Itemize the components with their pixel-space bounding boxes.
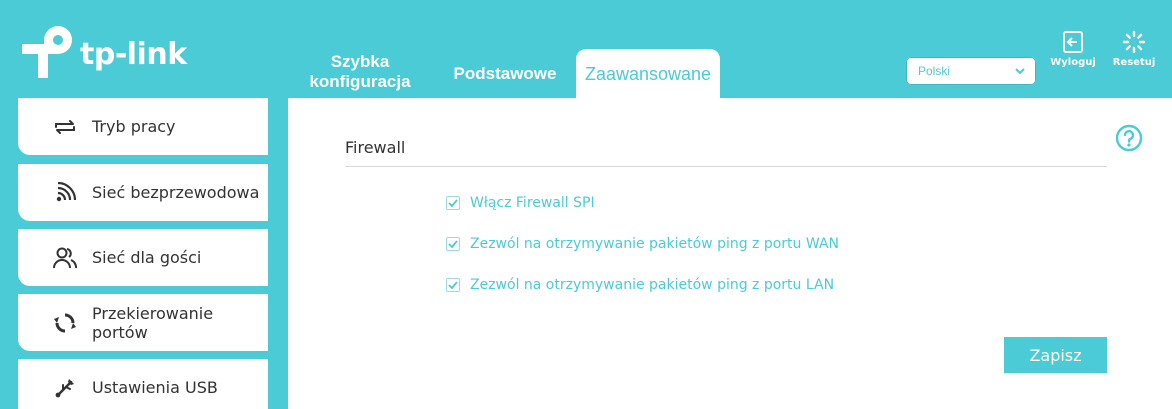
tab-quick-setup[interactable]: Szybka konfiguracja: [296, 52, 424, 100]
language-select[interactable]: Polski: [905, 56, 1037, 86]
mode-switch-icon: [48, 117, 82, 137]
sidebar-item-label: Sieć bezprzewodowa: [92, 183, 260, 202]
sidebar-item-label: Tryb pracy: [92, 117, 176, 136]
help-icon: [1115, 124, 1143, 152]
help-button[interactable]: [1115, 124, 1143, 156]
checkbox-label: Zezwól na otrzymywanie pakietów ping z p…: [470, 236, 839, 252]
guests-icon: [48, 246, 82, 270]
tab-advanced[interactable]: Zaawansowane: [576, 49, 720, 98]
chevron-down-icon: [1015, 68, 1025, 75]
checkbox-box[interactable]: [446, 237, 460, 251]
sidebar-item-label-line1: Przekierowanie: [92, 303, 214, 323]
section-title: Firewall: [345, 138, 406, 157]
tab-quick-setup-line2: konfiguracja: [309, 72, 411, 91]
sidebar-item-label: Ustawienia USB: [92, 378, 218, 397]
tab-advanced-label: Zaawansowane: [584, 64, 712, 84]
logout-label: Wyloguj: [1050, 57, 1096, 68]
section-divider: [345, 166, 1107, 167]
logout-button[interactable]: Wyloguj: [1049, 30, 1097, 68]
sidebar-item-guest-network[interactable]: Sieć dla gości: [18, 229, 268, 286]
usb-icon: [48, 377, 82, 399]
sidebar-item-usb-settings[interactable]: Ustawienia USB: [18, 359, 268, 409]
tp-link-logo: tp-link: [18, 26, 187, 82]
save-button[interactable]: Zapisz: [1004, 337, 1107, 373]
logout-icon: [1063, 31, 1083, 53]
check-icon: [448, 199, 458, 208]
port-forward-icon: [48, 312, 82, 334]
checkbox-box[interactable]: [446, 278, 460, 292]
checkbox-enable-spi-firewall[interactable]: Włącz Firewall SPI: [446, 195, 595, 211]
sidebar-item-wireless[interactable]: Sieć bezprzewodowa: [18, 164, 268, 221]
reset-label: Resetuj: [1112, 57, 1156, 68]
language-select-value: Polski: [918, 64, 951, 78]
reset-spinner-icon: [1122, 30, 1146, 54]
checkbox-label: Włącz Firewall SPI: [470, 195, 595, 211]
check-icon: [448, 240, 458, 249]
sidebar-item-operation-mode[interactable]: Tryb pracy: [18, 98, 268, 155]
tab-basic-label: Podstawowe: [453, 64, 557, 83]
sidebar-item-label: Przekierowanie portów: [92, 304, 213, 342]
sidebar-item-label: Sieć dla gości: [92, 248, 202, 267]
checkbox-label: Zezwól na otrzymywanie pakietów ping z p…: [470, 277, 835, 293]
checkbox-ping-wan[interactable]: Zezwól na otrzymywanie pakietów ping z p…: [446, 236, 839, 252]
tab-quick-setup-line1: Szybka: [330, 52, 390, 71]
check-icon: [448, 281, 458, 290]
sidebar-item-port-forwarding[interactable]: Przekierowanie portów: [18, 294, 268, 351]
sidebar-item-label-line2: portów: [92, 322, 148, 342]
wifi-icon: [48, 181, 82, 204]
checkbox-ping-lan[interactable]: Zezwól na otrzymywanie pakietów ping z p…: [446, 277, 834, 293]
checkbox-box[interactable]: [446, 196, 460, 210]
logo-text: tp-link: [80, 36, 187, 72]
reset-button[interactable]: Resetuj: [1110, 30, 1158, 68]
tp-link-logo-icon: [22, 26, 72, 78]
